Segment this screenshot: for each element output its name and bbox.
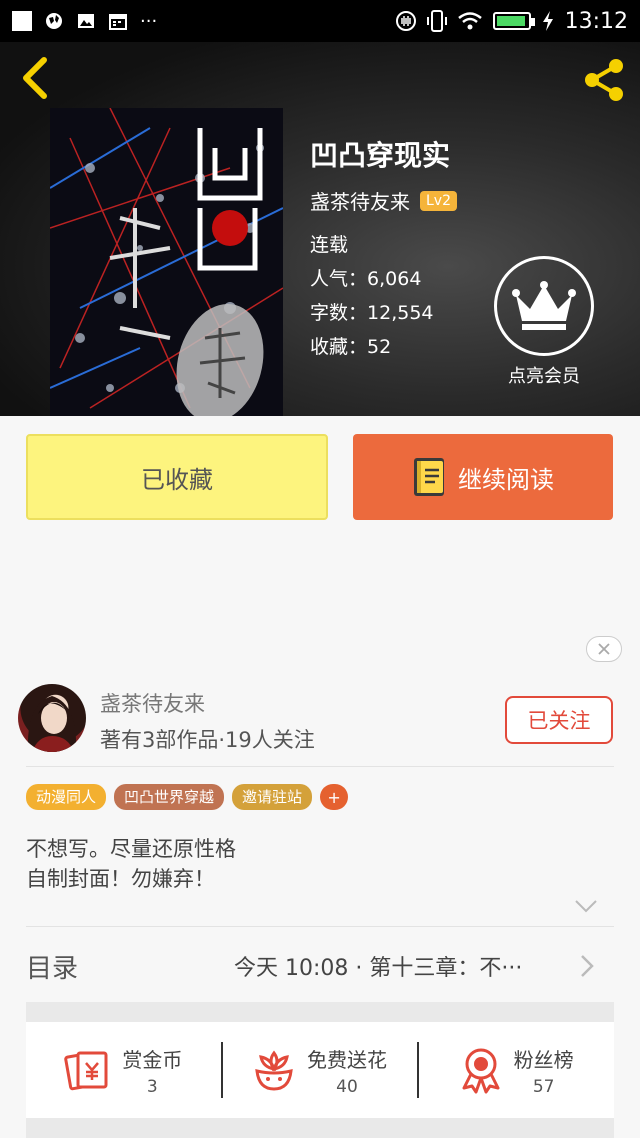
divider: [26, 926, 614, 927]
battery-icon: [492, 12, 535, 30]
vip-label: 点亮会员: [508, 366, 580, 387]
tag-item[interactable]: 邀请驻站: [232, 784, 313, 810]
reward-coins-button[interactable]: 赏金币 3: [26, 1044, 221, 1097]
book-description: 不想写。尽量还原性格 自制封面！勿嫌弃！: [26, 834, 236, 894]
divider: [26, 766, 614, 767]
crown-icon: [512, 281, 576, 330]
red-envelope-icon: [64, 1051, 108, 1091]
chevron-down-icon[interactable]: [574, 898, 598, 914]
stat-label: 免费送花: [307, 1047, 387, 1072]
send-flower-button[interactable]: 免费送花 40: [220, 1042, 418, 1098]
stat-value: 57: [532, 1076, 555, 1097]
stat-label: 赏金币: [122, 1047, 183, 1072]
continue-reading-label: 继续阅读: [458, 465, 554, 494]
book-icon: [414, 458, 444, 496]
author-avatar[interactable]: [18, 684, 86, 752]
latest-chapter[interactable]: 今天 10:08 · 第十三章：不···: [234, 950, 522, 982]
tag-item[interactable]: 动漫同人: [26, 784, 107, 810]
vibrate-icon: [395, 11, 416, 31]
toc-label[interactable]: 目录: [26, 948, 78, 985]
description-line: 不想写。尽量还原性格: [26, 837, 236, 861]
charging-bolt-icon: [542, 11, 553, 31]
author-stats: 著有3部作品·19人关注: [100, 728, 315, 752]
continue-reading-button[interactable]: 继续阅读: [353, 434, 613, 520]
section-separator: [26, 1002, 614, 1022]
book-header: 凹凸穿现实 盏茶待友来 Lv2 连载 人气：6,064 字数：12,554 收藏…: [0, 42, 640, 416]
close-icon: [598, 643, 610, 655]
stat-value: 3: [146, 1076, 158, 1097]
image-icon: [78, 14, 94, 28]
description-line: 自制封面！勿嫌弃！: [26, 867, 215, 891]
collected-button[interactable]: 已收藏: [26, 434, 328, 520]
serial-status: 连载: [310, 234, 349, 256]
section-separator: [26, 1118, 614, 1138]
chevron-right-icon[interactable]: [578, 954, 596, 978]
tag-list: 动漫同人 凹凸世界穿越 邀请驻站 +: [26, 784, 349, 810]
collected-label: 已收藏: [141, 465, 213, 494]
fan-ranking-button[interactable]: 粉丝榜 57: [417, 1042, 614, 1098]
calendar-icon: [109, 14, 127, 30]
wifi-icon: [457, 12, 482, 30]
flower-icon: [255, 1050, 293, 1091]
status-time: 13:12: [564, 8, 628, 34]
favorites-stat: 收藏：52: [310, 336, 392, 358]
word-count-stat: 字数：12,554: [310, 302, 434, 324]
tag-item[interactable]: 凹凸世界穿越: [114, 784, 225, 810]
reward-stats-bar: 赏金币 3 免费送花 40 粉丝榜 57: [26, 1022, 614, 1118]
stat-value: 40: [336, 1076, 358, 1097]
book-cover-image: [50, 108, 283, 416]
share-icon[interactable]: [580, 56, 628, 104]
stat-label: 粉丝榜: [513, 1047, 574, 1072]
ribbon-award-icon: [462, 1048, 500, 1094]
vip-membership-button[interactable]: 点亮会员: [492, 256, 596, 388]
add-tag-button[interactable]: +: [320, 784, 349, 810]
more-notifications-indicator: ···: [140, 10, 158, 32]
book-author-name[interactable]: 盏茶待友来: [310, 186, 410, 215]
back-arrow-icon[interactable]: [16, 56, 56, 100]
phone-rotate-icon: [426, 10, 447, 32]
status-bar: ··· 13:12: [0, 0, 640, 42]
globe-icon: [46, 13, 62, 29]
popularity-stat: 人气：6,064: [310, 268, 422, 290]
author-name[interactable]: 盏茶待友来: [100, 688, 205, 718]
level-badge: Lv2: [420, 190, 457, 211]
follow-button[interactable]: 已关注: [505, 696, 613, 744]
notification-square-icon: [12, 11, 32, 31]
book-title: 凹凸穿现实: [310, 139, 451, 172]
close-ad-button[interactable]: [586, 636, 622, 662]
